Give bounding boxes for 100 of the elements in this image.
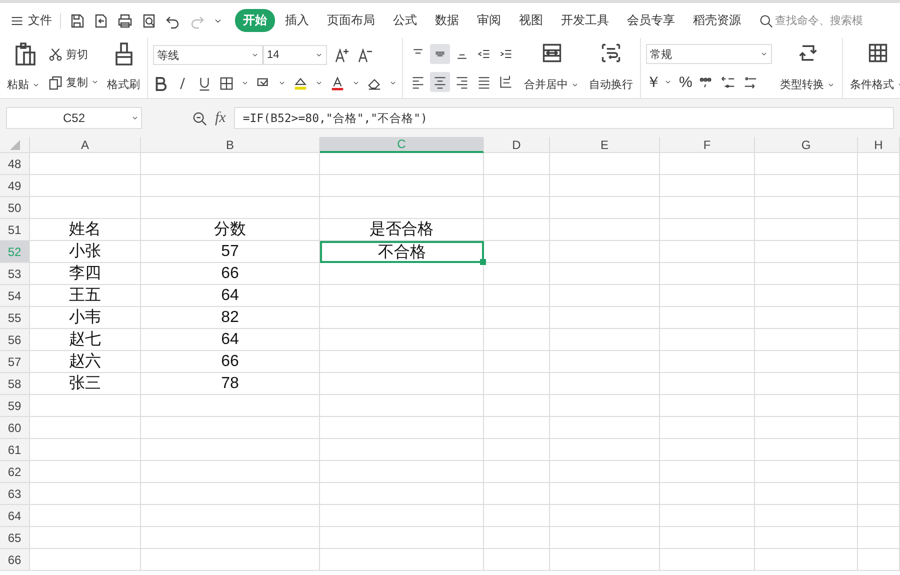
table-cell[interactable] <box>755 219 858 241</box>
table-cell[interactable] <box>660 351 755 373</box>
table-cell[interactable] <box>484 549 550 571</box>
table-cell[interactable]: 66 <box>141 351 320 373</box>
table-cell[interactable] <box>755 263 858 285</box>
table-cell[interactable] <box>660 417 755 439</box>
font-field[interactable]: 等线 <box>153 45 263 66</box>
table-cell[interactable] <box>660 439 755 461</box>
row-header[interactable]: 56 <box>0 329 30 351</box>
ribbon-tab[interactable]: 视图 <box>511 9 551 32</box>
table-cell[interactable] <box>484 461 550 483</box>
copy-button[interactable]: 复制 <box>48 74 99 90</box>
table-cell[interactable] <box>550 527 660 549</box>
table-cell[interactable] <box>858 417 900 439</box>
table-cell[interactable] <box>858 219 900 241</box>
table-cell[interactable] <box>141 197 320 219</box>
table-cell[interactable] <box>660 527 755 549</box>
grow-font-icon[interactable] <box>334 47 350 64</box>
number-format-field[interactable]: 常规 <box>646 44 772 64</box>
table-cell[interactable]: 赵六 <box>30 351 141 373</box>
table-cell[interactable] <box>660 307 755 329</box>
file-menu[interactable]: 文件 <box>10 12 52 29</box>
table-cell[interactable]: 64 <box>141 285 320 307</box>
wrap-icon[interactable] <box>600 42 622 64</box>
table-cell[interactable] <box>484 241 550 263</box>
table-cell[interactable] <box>550 395 660 417</box>
table-cell[interactable] <box>755 197 858 219</box>
table-cell[interactable] <box>550 329 660 351</box>
table-cell[interactable] <box>660 395 755 417</box>
column-header[interactable]: G <box>755 137 858 153</box>
name-box[interactable]: C52 <box>6 107 142 129</box>
table-cell[interactable] <box>320 329 484 351</box>
merge-icon[interactable] <box>540 42 562 64</box>
wrap-text-button[interactable]: 自动换行 <box>587 40 635 96</box>
caret-icon[interactable] <box>131 114 139 122</box>
ribbon-tab[interactable]: 插入 <box>277 9 317 32</box>
row-header[interactable]: 50 <box>0 197 30 219</box>
table-cell[interactable] <box>755 549 858 571</box>
table-cell[interactable] <box>550 285 660 307</box>
table-cell[interactable]: 赵七 <box>30 329 141 351</box>
table-cell[interactable] <box>755 351 858 373</box>
table-cell[interactable] <box>484 373 550 395</box>
table-cell[interactable] <box>755 329 858 351</box>
table-cell[interactable]: 小张 <box>30 241 141 263</box>
insert-function-button[interactable]: fx <box>215 110 226 126</box>
table-cell[interactable] <box>320 307 484 329</box>
table-cell[interactable] <box>484 439 550 461</box>
table-cell[interactable] <box>755 307 858 329</box>
table-cell[interactable] <box>858 153 900 175</box>
table-cell[interactable] <box>484 263 550 285</box>
table-cell[interactable] <box>484 505 550 527</box>
table-cell[interactable] <box>755 395 858 417</box>
row-header[interactable]: 57 <box>0 351 30 373</box>
table-cell[interactable] <box>755 417 858 439</box>
table-cell[interactable] <box>141 505 320 527</box>
table-cell[interactable] <box>550 153 660 175</box>
table-cell[interactable] <box>660 285 755 307</box>
table-cell[interactable] <box>484 417 550 439</box>
table-cell[interactable] <box>858 527 900 549</box>
table-cell[interactable] <box>484 351 550 373</box>
table-cell[interactable] <box>660 483 755 505</box>
table-cell[interactable] <box>30 483 141 505</box>
table-cell[interactable] <box>484 175 550 197</box>
table-cell[interactable] <box>141 461 320 483</box>
decimal-decrease-icon[interactable] <box>743 74 758 90</box>
row-header[interactable]: 49 <box>0 175 30 197</box>
table-cell[interactable] <box>320 153 484 175</box>
table-cell[interactable] <box>755 461 858 483</box>
ribbon-tab[interactable]: 会员专享 <box>619 9 683 32</box>
table-cell[interactable] <box>30 417 141 439</box>
table-cell[interactable] <box>141 549 320 571</box>
table-cell[interactable] <box>550 197 660 219</box>
cut-button[interactable]: 剪切 <box>48 46 99 62</box>
ribbon-tab[interactable]: 页面布局 <box>319 9 383 32</box>
table-cell[interactable]: 张三 <box>30 373 141 395</box>
column-header[interactable]: F <box>660 137 755 153</box>
table-cell[interactable] <box>484 153 550 175</box>
table-cell[interactable] <box>484 307 550 329</box>
table-cell[interactable] <box>141 527 320 549</box>
table-cell[interactable] <box>550 417 660 439</box>
row-header[interactable]: 61 <box>0 439 30 461</box>
row-header[interactable]: 60 <box>0 417 30 439</box>
row-header[interactable]: 54 <box>0 285 30 307</box>
table-cell[interactable] <box>30 197 141 219</box>
print-icon[interactable] <box>117 12 133 28</box>
table-cell[interactable] <box>660 241 755 263</box>
table-cell[interactable]: 78 <box>141 373 320 395</box>
table-cell[interactable] <box>858 197 900 219</box>
table-cell[interactable] <box>550 483 660 505</box>
border-icon[interactable] <box>219 76 234 91</box>
format-painter-button[interactable]: 格式刷 <box>105 40 142 96</box>
search-icon[interactable] <box>759 14 773 28</box>
table-cell[interactable] <box>660 263 755 285</box>
table-cell[interactable] <box>660 549 755 571</box>
conditional-format-button[interactable]: 条件格式 <box>848 40 900 96</box>
ribbon-tab[interactable]: 数据 <box>427 9 467 32</box>
convert-type-button[interactable]: 类型转换 <box>778 40 837 96</box>
row-header[interactable]: 64 <box>0 505 30 527</box>
table-cell[interactable]: 李四 <box>30 263 141 285</box>
align-left-icon[interactable] <box>411 75 425 89</box>
